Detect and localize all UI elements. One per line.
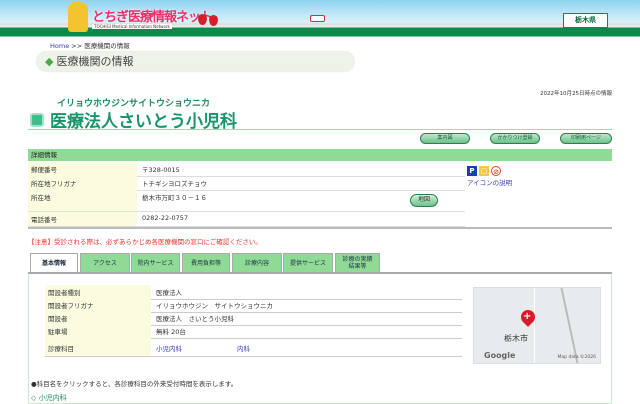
- detail-value: 〒328-0015: [142, 166, 180, 174]
- detail-row: 所在地 栃木市万町３０－１６: [28, 190, 465, 212]
- detail-row: 郵便番号 〒328-0015: [28, 162, 465, 177]
- department-link[interactable]: 内科: [237, 345, 250, 353]
- tab-inhouse-services[interactable]: 院内サービス: [131, 253, 180, 272]
- section-title-bar: ◆ 医療機関の情報: [37, 52, 354, 71]
- tab-results[interactable]: 診療の実績 結果等: [335, 253, 380, 272]
- divider: [28, 129, 612, 130]
- tab-basic-info[interactable]: 基本情報: [30, 253, 78, 273]
- tab-treatment[interactable]: 診療内容: [232, 253, 282, 272]
- details-header: 詳細情報: [28, 149, 612, 161]
- guide-map-button[interactable]: 案内図: [420, 133, 470, 144]
- as-of-date: 2022年10月25日時点の情報: [540, 91, 612, 97]
- parking-icon: P: [467, 166, 477, 176]
- notice-text: 【注意】受診される際は、必ずあらかじめ各医療機関の窓口にご確認ください。: [28, 238, 262, 246]
- mascot-icon: [68, 2, 88, 32]
- print-page-button[interactable]: 印刷用ページ: [560, 133, 612, 144]
- detail-row: 電話番号 0282-22-0757: [28, 212, 465, 227]
- map-road: [559, 288, 581, 363]
- department-subheading: ◇ 小児内科: [31, 394, 67, 402]
- basic-value: 医療法人: [156, 289, 182, 297]
- breadcrumb-current: 医療機関の情報: [84, 42, 130, 50]
- site-logo[interactable]: とちぎ医療情報ネット TOCHIGI Medical Information N…: [68, 2, 223, 32]
- basic-label: 駐車場: [45, 324, 151, 338]
- basic-label: 開設者: [45, 311, 151, 325]
- tab-access[interactable]: アクセス: [80, 253, 130, 272]
- logo-subtitle: TOCHIGI Medical Information Network: [92, 24, 172, 29]
- basic-value: 無料 20台: [156, 328, 186, 336]
- cross-icon: +: [523, 311, 532, 322]
- detail-value: 0282-22-0757: [142, 214, 189, 222]
- facility-icons: P ▢ ⊘: [467, 166, 501, 176]
- basic-row: 診療科目 小児内科 内科: [45, 337, 462, 357]
- map-road: [534, 288, 535, 363]
- detail-row: 所在地フリガナ トチギシヨロズチョウ: [28, 176, 465, 191]
- detail-value: トチギシヨロズチョウ: [142, 180, 207, 188]
- basic-value: 医療法人 さいとう小児科: [156, 315, 234, 323]
- basic-label: 開設者フリガナ: [45, 298, 151, 312]
- tab-costs[interactable]: 費用負担等: [182, 253, 230, 272]
- square-bullet-icon: [30, 112, 44, 127]
- logo-text: とちぎ医療情報ネット: [92, 10, 213, 25]
- map-button[interactable]: 地図: [410, 194, 438, 207]
- detail-label: 所在地: [28, 190, 137, 211]
- icon-legend-link[interactable]: アイコンの説明: [467, 177, 512, 187]
- breadcrumb: Home >> 医療機関の情報: [50, 40, 130, 50]
- detail-label: 電話番号: [28, 212, 137, 226]
- department-link[interactable]: 小児内科: [156, 345, 182, 353]
- diamond-icon: ◆: [45, 55, 54, 68]
- tab-provided-services[interactable]: 提供サービス: [283, 253, 333, 272]
- map-city-label: 栃木市: [504, 334, 528, 343]
- map-credit: Map data ©2026: [557, 355, 596, 360]
- kakaritsuke-button[interactable]: かかりつけ登録: [490, 133, 540, 144]
- bus-icon: [310, 15, 325, 22]
- breadcrumb-sep: >>: [71, 42, 83, 50]
- basic-label: 開設者種別: [45, 285, 151, 299]
- no-smoking-icon: ⊘: [491, 166, 501, 176]
- google-logo: Google: [484, 351, 516, 360]
- basic-label: 診療科目: [45, 337, 151, 356]
- department-note: ●科目名をクリックすると、各診療科目の外来受付時間を表示します。: [31, 380, 238, 388]
- detail-label: 所在地フリガナ: [28, 176, 137, 190]
- map-thumbnail[interactable]: + 栃木市 Google Map data ©2026: [473, 287, 601, 364]
- divider: [28, 227, 612, 229]
- breadcrumb-home[interactable]: Home: [50, 42, 69, 50]
- detail-label: 郵便番号: [28, 162, 137, 176]
- card-icon: ▢: [479, 166, 489, 176]
- strawberry-icon: [209, 15, 218, 26]
- prefecture-badge[interactable]: 栃木県: [563, 13, 608, 28]
- section-title: 医療機関の情報: [56, 55, 134, 68]
- basic-value: イリョウホウジン サイトウショウニカ: [156, 302, 273, 310]
